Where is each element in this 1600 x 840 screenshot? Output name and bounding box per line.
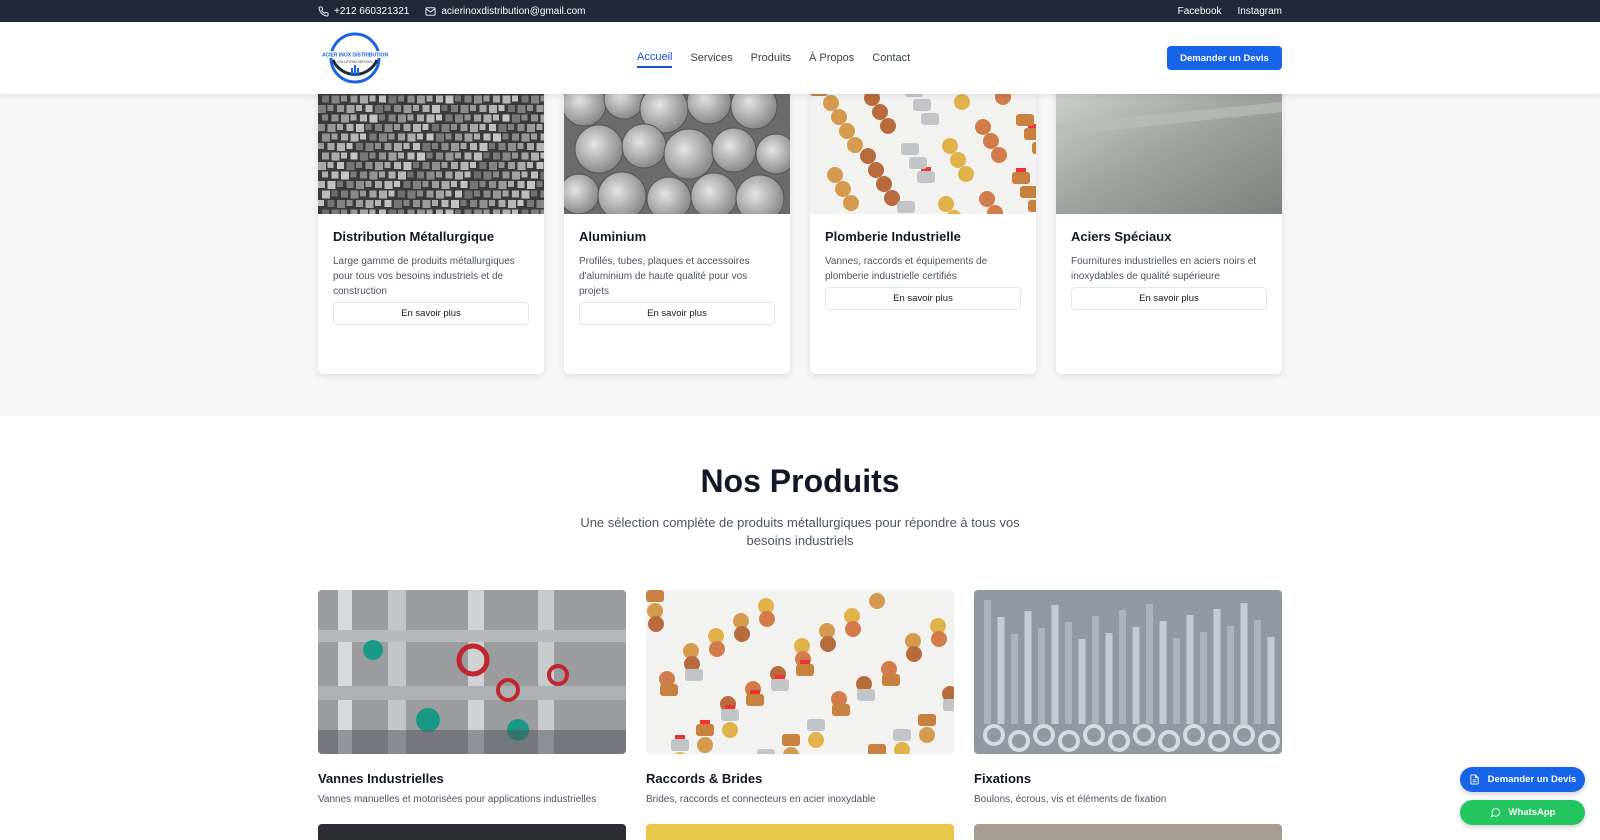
service-title: Aciers Spéciaux bbox=[1071, 229, 1172, 244]
nav-services[interactable]: Services bbox=[690, 49, 732, 67]
products-subtitle: Une sélection complète de produits métal… bbox=[580, 515, 1020, 548]
floating-quote-button[interactable]: Demander un Devis bbox=[1460, 767, 1585, 792]
email-address: acierinoxdistribution@gmail.com bbox=[441, 5, 586, 17]
learn-more-button[interactable]: En savoir plus bbox=[1071, 287, 1267, 310]
service-image-steel-bars bbox=[318, 84, 544, 218]
product-card-fixations[interactable]: Fixations Boulons, écrous, vis et élémen… bbox=[974, 590, 1282, 805]
service-card-aluminium: Aluminium Profilés, tubes, plaques et ac… bbox=[564, 84, 790, 374]
product-image-fittings bbox=[646, 586, 961, 768]
service-desc: Vannes, raccords et équipements de plomb… bbox=[825, 256, 988, 282]
company-logo[interactable]: ACIER INOX DISTRIBUTION SOLUTIONS MÉTAUX bbox=[318, 30, 392, 86]
product-desc: Boulons, écrous, vis et éléments de fixa… bbox=[974, 794, 1167, 805]
nav-accueil[interactable]: Accueil bbox=[637, 48, 673, 68]
mail-icon bbox=[425, 6, 436, 16]
service-image-brass-fittings bbox=[810, 84, 1036, 226]
document-icon bbox=[1470, 774, 1479, 785]
service-title: Aluminium bbox=[579, 229, 647, 244]
product-name: Fixations bbox=[974, 771, 1032, 786]
service-image-aluminium-rods bbox=[564, 84, 790, 224]
service-card-plomberie: Plomberie Industrielle Vannes, raccords … bbox=[810, 84, 1036, 374]
main-nav: Accueil Services Produits À Propos Conta… bbox=[637, 22, 910, 94]
product-image-valves bbox=[318, 590, 626, 754]
product-card-row2-2[interactable] bbox=[646, 824, 954, 840]
whatsapp-icon bbox=[1490, 808, 1500, 818]
learn-more-button[interactable]: En savoir plus bbox=[825, 287, 1021, 310]
product-card-row2-3[interactable] bbox=[974, 824, 1282, 840]
floating-quote-label: Demander un Devis bbox=[1487, 774, 1577, 785]
nav-contact[interactable]: Contact bbox=[872, 49, 910, 67]
service-card-distribution: Distribution Métallurgique Large gamme d… bbox=[318, 84, 544, 374]
service-title: Plomberie Industrielle bbox=[825, 229, 961, 244]
learn-more-button[interactable]: En savoir plus bbox=[579, 302, 775, 325]
service-desc: Large gamme de produits métallurgiques p… bbox=[333, 256, 515, 297]
service-title: Distribution Métallurgique bbox=[333, 229, 495, 244]
whatsapp-button[interactable]: WhatsApp bbox=[1460, 800, 1585, 825]
top-bar: +212 660321321 acierinoxdistribution@gma… bbox=[0, 0, 1600, 22]
phone-number: +212 660321321 bbox=[334, 5, 410, 17]
learn-more-button[interactable]: En savoir plus bbox=[333, 302, 529, 325]
phone-icon bbox=[318, 5, 329, 16]
product-desc: Brides, raccords et connecteurs en acier… bbox=[646, 794, 876, 805]
services-section: Distribution Métallurgique Large gamme d… bbox=[0, 84, 1600, 416]
product-name: Vannes Industrielles bbox=[318, 771, 444, 786]
service-card-aciers: Aciers Spéciaux Fournitures industrielle… bbox=[1056, 84, 1282, 374]
nav-a-propos[interactable]: À Propos bbox=[809, 49, 854, 67]
site-header: ACIER INOX DISTRIBUTION SOLUTIONS MÉTAUX… bbox=[0, 22, 1600, 94]
products-heading: Nos Produits bbox=[700, 463, 900, 499]
email-contact[interactable]: acierinoxdistribution@gmail.com bbox=[425, 6, 585, 17]
instagram-link[interactable]: Instagram bbox=[1238, 6, 1282, 17]
service-desc: Fournitures industrielles en aciers noir… bbox=[1071, 256, 1257, 282]
product-name: Raccords & Brides bbox=[646, 771, 763, 786]
product-card-vannes[interactable]: Vannes Industrielles Vannes manuelles et… bbox=[318, 590, 626, 805]
request-quote-button[interactable]: Demander un Devis bbox=[1167, 46, 1282, 70]
product-card-raccords[interactable]: Raccords & Brides Brides, raccords et co… bbox=[646, 586, 961, 805]
product-card-row2-1[interactable] bbox=[318, 824, 626, 840]
service-image-steel-plate bbox=[1056, 84, 1282, 214]
facebook-link[interactable]: Facebook bbox=[1178, 6, 1222, 17]
product-image-bolts bbox=[974, 590, 1282, 754]
svg-text:SOLUTIONS MÉTAUX: SOLUTIONS MÉTAUX bbox=[337, 59, 373, 64]
whatsapp-label: WhatsApp bbox=[1508, 807, 1556, 818]
phone-contact[interactable]: +212 660321321 bbox=[318, 6, 409, 17]
svg-text:ACIER INOX DISTRIBUTION: ACIER INOX DISTRIBUTION bbox=[322, 53, 389, 59]
product-desc: Vannes manuelles et motorisées pour appl… bbox=[318, 794, 597, 805]
service-desc: Profilés, tubes, plaques et accessoires … bbox=[579, 256, 750, 297]
nav-produits[interactable]: Produits bbox=[751, 49, 791, 67]
